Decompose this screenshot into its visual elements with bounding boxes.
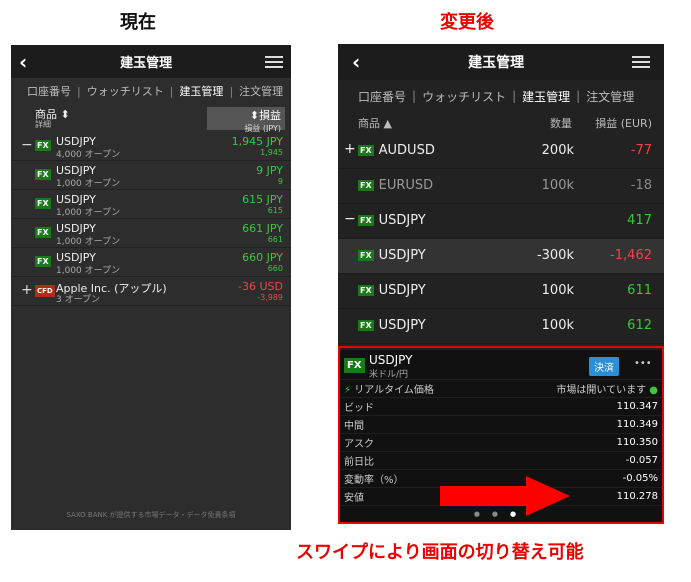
position-list: + FX AUDUSD 200k -77 FX EURUSD 100k -18 − F… <box>338 134 664 344</box>
pl-jpy: 660 <box>267 264 283 273</box>
symbol: USDJPY <box>378 248 426 263</box>
position-row[interactable]: FX USDJPY 100k 611 <box>338 274 664 309</box>
fx-badge: FX <box>358 250 374 261</box>
tab-watchlist[interactable]: ウォッチリスト <box>416 88 512 105</box>
tab-bar: 口座番号 | ウォッチリスト | 建玉管理 | 注文管理 <box>338 80 664 112</box>
tab-positions[interactable]: 建玉管理 <box>516 88 576 105</box>
position-row[interactable]: − FX USDJPY 4,000 オープン 1,945 JPY 1,945 <box>11 132 291 161</box>
heading-after: 変更後 <box>440 12 494 33</box>
fx-badge: FX <box>358 145 374 156</box>
pl-value: -77 <box>630 143 652 158</box>
tab-bar: 口座番号 | ウォッチリスト | 建玉管理 | 注文管理 <box>11 78 291 104</box>
quantity: 100k <box>541 283 574 298</box>
footer-disclaimer[interactable]: SAXO BANK が提供する市場データ・データ免責条項 <box>11 510 291 520</box>
pl-jpy: 661 <box>267 235 283 244</box>
open-count: 1,000 オープン <box>56 208 121 218</box>
collapse-icon[interactable]: − <box>21 137 33 153</box>
tab-watchlist[interactable]: ウォッチリスト <box>81 83 170 99</box>
fx-badge: FX <box>358 180 374 191</box>
position-row[interactable]: FX USDJPY 1,000 オープン 660 JPY 660 <box>11 248 291 277</box>
symbol: USDJPY <box>378 318 426 333</box>
back-icon[interactable]: ‹ <box>352 50 360 74</box>
nav-bar: ‹ 建玉管理 <box>338 44 664 80</box>
col-qty[interactable]: 数量 <box>550 115 572 131</box>
expand-icon[interactable]: + <box>344 141 356 157</box>
pl-value: -36 USD <box>238 280 283 293</box>
symbol: EURUSD <box>378 178 434 193</box>
menu-icon[interactable] <box>632 56 650 68</box>
cfd-badge: CFD <box>35 285 55 297</box>
col-pl: ⬍損益 <box>249 109 281 122</box>
collapse-icon[interactable]: − <box>344 211 356 227</box>
tab-orders[interactable]: 注文管理 <box>233 83 289 99</box>
position-row[interactable]: − FX USDJPY 417 <box>338 204 664 239</box>
heading-current: 現在 <box>120 12 156 33</box>
current-screen: ‹ 建玉管理 口座番号 | ウォッチリスト | 建玉管理 | 注文管理 商品 ⬍ 詳細… <box>11 45 291 530</box>
pl-value: 1,945 JPY <box>231 135 283 148</box>
caption: スワイプにより画面の切り替え可能 <box>296 542 584 563</box>
col-pl-sort[interactable]: ⬍損益 損益 (JPY) <box>207 107 285 133</box>
tab-positions[interactable]: 建玉管理 <box>173 83 229 99</box>
quantity: 200k <box>541 143 574 158</box>
open-count: 1,000 オープン <box>56 266 121 276</box>
pl-value: 615 JPY <box>242 193 283 206</box>
column-header: 商品 ⬍ 詳細 ⬍損益 損益 (JPY) <box>11 104 291 133</box>
pl-jpy: -3,989 <box>257 293 283 302</box>
back-icon[interactable]: ‹ <box>19 50 27 74</box>
position-row[interactable]: + CFD Apple Inc. (アップル) 3 オープン -36 USD -… <box>11 277 291 306</box>
col-product[interactable]: 商品 ▲ <box>358 115 392 131</box>
fx-badge: FX <box>35 140 51 151</box>
menu-icon[interactable] <box>264 55 283 68</box>
fx-badge: FX <box>35 256 51 267</box>
fx-badge: FX <box>358 320 374 331</box>
pl-value: -1,462 <box>610 248 652 263</box>
pl-value: -18 <box>630 178 652 193</box>
position-row[interactable]: FX USDJPY 1,000 オープン 615 JPY 615 <box>11 190 291 219</box>
col-pl[interactable]: 損益 (EUR) <box>595 115 652 131</box>
pl-jpy: 1,945 <box>260 148 283 157</box>
open-count: 3 オープン <box>56 295 101 305</box>
column-header: 商品 ▲ 数量 損益 (EUR) <box>338 112 664 134</box>
expand-icon[interactable]: + <box>21 282 33 298</box>
col-detail: 詳細 <box>35 120 51 129</box>
tab-account[interactable]: 口座番号 <box>352 88 412 105</box>
fx-badge: FX <box>35 169 51 180</box>
fx-badge: FX <box>358 215 374 226</box>
tab-account[interactable]: 口座番号 <box>21 83 77 99</box>
position-row[interactable]: FX USDJPY 1,000 オープン 661 JPY 661 <box>11 219 291 248</box>
pl-value: 660 JPY <box>242 251 283 264</box>
position-row[interactable]: FX USDJPY -300k -1,462 <box>338 239 664 274</box>
quantity: -300k <box>536 248 574 263</box>
pl-value: 9 JPY <box>256 164 283 177</box>
pl-value: 417 <box>627 213 652 228</box>
tab-orders[interactable]: 注文管理 <box>580 88 640 105</box>
page-title: 建玉管理 <box>468 55 525 71</box>
fx-badge: FX <box>35 198 51 209</box>
pl-jpy: 615 <box>267 206 283 215</box>
swipe-arrow-icon <box>440 476 570 516</box>
position-row[interactable]: FX USDJPY 1,000 オープン 9 JPY 9 <box>11 161 291 190</box>
open-count: 1,000 オープン <box>56 179 121 189</box>
symbol: USDJPY <box>378 283 426 298</box>
page-title: 建玉管理 <box>120 56 173 71</box>
nav-bar: ‹ 建玉管理 <box>11 45 291 78</box>
pl-value: 612 <box>627 318 652 333</box>
pl-value: 661 JPY <box>242 222 283 235</box>
open-count: 1,000 オープン <box>56 237 121 247</box>
fx-badge: FX <box>35 227 51 238</box>
position-list: − FX USDJPY 4,000 オープン 1,945 JPY 1,945 F… <box>11 132 291 306</box>
symbol: AUDUSD <box>378 143 435 158</box>
position-row[interactable]: + FX AUDUSD 200k -77 <box>338 134 664 169</box>
position-row[interactable]: FX EURUSD 100k -18 <box>338 169 664 204</box>
pl-value: 611 <box>627 283 652 298</box>
fx-badge: FX <box>358 285 374 296</box>
quantity: 100k <box>541 318 574 333</box>
open-count: 4,000 オープン <box>56 150 121 160</box>
position-row[interactable]: FX USDJPY 100k 612 <box>338 309 664 344</box>
pl-jpy: 9 <box>277 177 283 186</box>
quantity: 100k <box>541 178 574 193</box>
symbol: USDJPY <box>378 213 426 228</box>
